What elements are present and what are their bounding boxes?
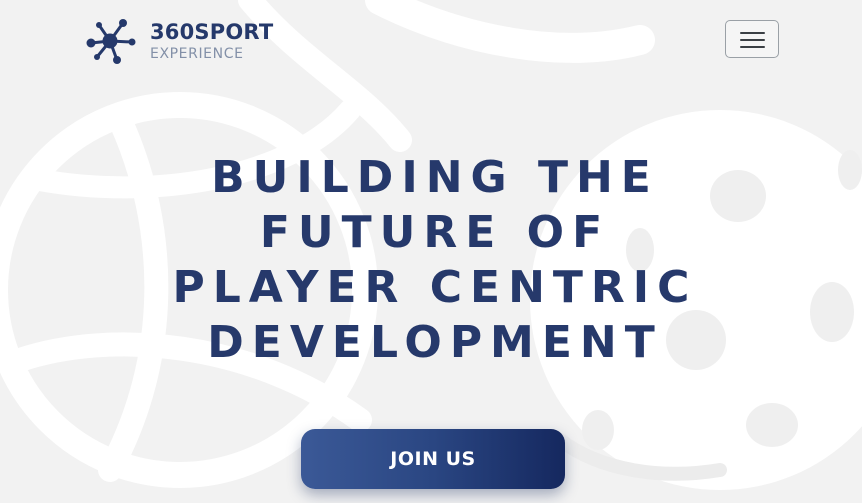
brand-name: 360SPORT <box>150 19 274 44</box>
hero-headline-line: FUTURE OF <box>259 207 611 258</box>
menu-toggle-button[interactable] <box>725 20 779 58</box>
hero-headline-line: DEVELOPMENT <box>207 317 663 368</box>
brand-wordmark: 360SPORT EXPERIENCE <box>150 19 274 62</box>
brand-logo-link[interactable]: 360SPORT EXPERIENCE <box>86 17 273 65</box>
hamburger-menu-icon <box>740 32 765 34</box>
molecule-network-icon <box>86 19 136 64</box>
brand-subtitle: EXPERIENCE <box>150 45 244 62</box>
top-navbar: 360SPORT EXPERIENCE <box>0 0 862 80</box>
hero-headline-line: PLAYER CENTRIC <box>172 262 698 313</box>
hero-headline-line: BUILDING THE <box>211 152 659 203</box>
hero-headline: BUILDING THE FUTURE OF PLAYER CENTRIC DE… <box>0 150 862 370</box>
join-us-button[interactable]: JOIN US <box>301 429 565 489</box>
hero-section: BUILDING THE FUTURE OF PLAYER CENTRIC DE… <box>0 150 862 370</box>
